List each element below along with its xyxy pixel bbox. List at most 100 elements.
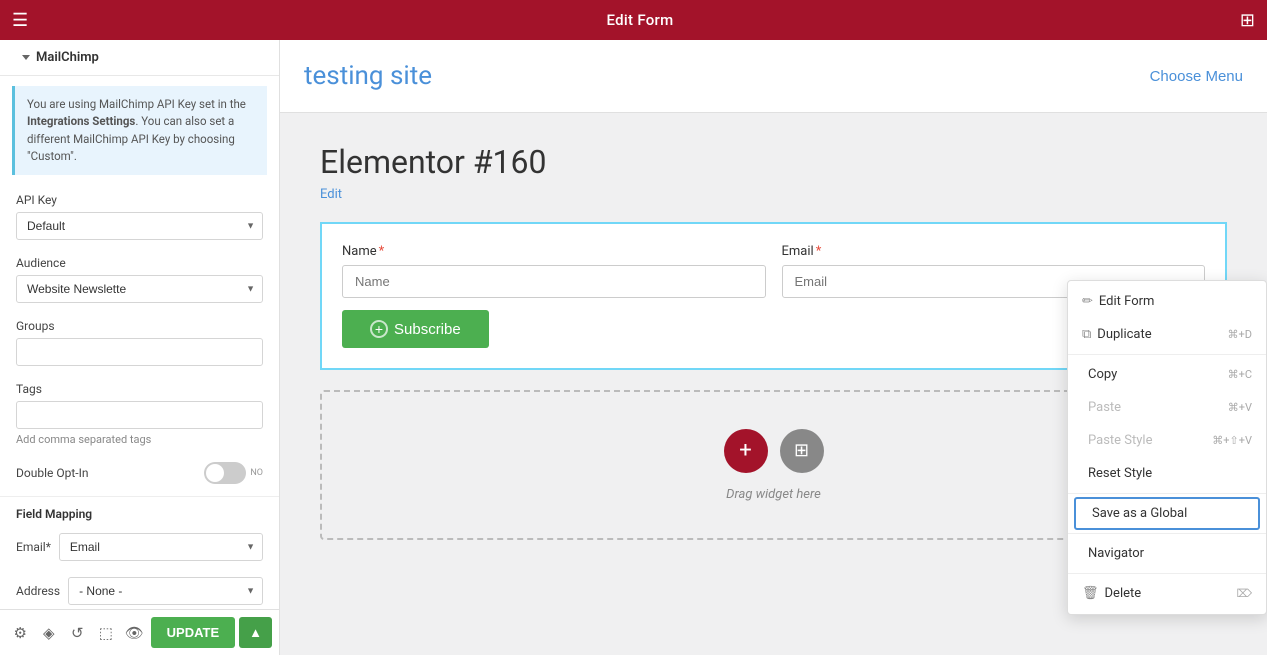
context-menu-paste[interactable]: Paste ⌘+V [1068,391,1266,424]
address-mapping-select-wrapper: - None - [68,577,263,605]
drop-area-buttons: + ⊞ [724,429,824,473]
mailchimp-section-header[interactable]: MailChimp [0,40,279,76]
bottom-toolbar: ⚙ ◈ ↺ ⬚ 👁 UPDATE ▲ [0,609,280,655]
email-mapping-select-wrapper: Email [59,533,263,561]
mailchimp-label: MailChimp [36,50,99,65]
plus-circle-icon: + [370,320,388,338]
tags-label: Tags [16,382,263,396]
top-bar: ☰ Edit Form ⊞ [0,0,1267,40]
api-key-label: API Key [16,193,263,207]
audience-select[interactable]: Website Newslette [16,275,263,303]
double-optin-toggle-wrapper: NO [204,462,263,484]
edit-form-icon: ✏ [1082,294,1093,309]
settings-icon[interactable]: ⚙ [8,618,33,648]
name-field-group: Name* [342,244,766,298]
context-menu-copy[interactable]: Copy ⌘+C [1068,358,1266,391]
paste-shortcut: ⌘+V [1228,401,1252,414]
api-key-select-wrapper: Default [16,212,263,240]
email-required: * [816,244,822,259]
name-input[interactable] [342,265,766,298]
save-global-label: Save as a Global [1092,506,1248,521]
name-field-label: Name* [342,244,766,259]
groups-label: Groups [16,319,263,333]
copy-shortcut: ⌘+C [1228,368,1252,381]
api-key-field: API Key Default [0,185,279,248]
add-element-button[interactable]: + [724,429,768,473]
copy-label: Copy [1088,367,1228,382]
email-mapping-field: Email* Email [0,525,279,569]
context-menu-navigator[interactable]: Navigator [1068,537,1266,570]
tags-hint: Add comma separated tags [16,433,263,446]
duplicate-label: Duplicate [1097,327,1227,342]
drop-text: Drag widget here [726,487,821,502]
context-menu-duplicate[interactable]: ⧉ Duplicate ⌘+D [1068,318,1266,351]
grid-icon[interactable]: ⊞ [1240,10,1255,31]
delete-shortcut: ⌦ [1236,587,1252,600]
delete-label: Delete [1105,586,1237,601]
history-icon[interactable]: ↺ [65,618,90,648]
address-mapping-select[interactable]: - None - [68,577,263,605]
email-mapping-label: Email* [16,540,51,554]
toggle-knob [206,464,224,482]
sidebar: MailChimp You are using MailChimp API Ke… [0,40,280,655]
sidebar-content: MailChimp You are using MailChimp API Ke… [0,40,279,655]
canvas-top-bar: testing site Choose Menu [280,40,1267,113]
edit-form-label: Edit Form [1099,294,1252,309]
context-menu-paste-style[interactable]: Paste Style ⌘+⇧+V [1068,424,1266,457]
double-optin-label: Double Opt-In [16,466,88,480]
context-menu: ✏ Edit Form ⧉ Duplicate ⌘+D Copy ⌘+C [1067,280,1267,615]
template-icon[interactable]: ⬚ [94,618,119,648]
divider-2 [1068,493,1266,494]
edit-link[interactable]: Edit [320,187,342,202]
name-required: * [379,244,385,259]
divider-3 [1068,533,1266,534]
tags-field: Tags Add comma separated tags [0,374,279,454]
page-title: Elementor #160 [320,143,1227,181]
info-text-1: You are using MailChimp API Key set in t… [27,97,246,111]
divider-1 [1068,354,1266,355]
top-bar-title: Edit Form [40,11,1240,29]
paste-style-label: Paste Style [1088,433,1212,448]
main-area: MailChimp You are using MailChimp API Ke… [0,40,1267,655]
subscribe-button[interactable]: + Subscribe [342,310,489,348]
chevron-down-icon [22,55,30,60]
email-mapping-select[interactable]: Email [59,533,263,561]
paste-label: Paste [1088,400,1228,415]
double-optin-toggle[interactable] [204,462,246,484]
update-button[interactable]: UPDATE [151,617,235,648]
preview-icon[interactable]: 👁 [122,618,147,648]
audience-select-wrapper: Website Newslette [16,275,263,303]
update-arrow-button[interactable]: ▲ [239,617,272,648]
choose-menu-button[interactable]: Choose Menu [1150,68,1243,85]
address-mapping-label: Address [16,584,60,598]
audience-field: Audience Website Newslette [0,248,279,311]
email-field-label: Email* [782,244,1206,259]
groups-field: Groups [0,311,279,374]
context-menu-delete[interactable]: 🗑 Delete ⌦ [1068,577,1266,610]
duplicate-shortcut: ⌘+D [1228,328,1252,341]
hamburger-icon[interactable]: ☰ [12,10,28,31]
site-title: testing site [304,61,432,91]
mailchimp-info-box: You are using MailChimp API Key set in t… [12,86,267,175]
paste-style-shortcut: ⌘+⇧+V [1212,434,1252,447]
api-key-select[interactable]: Default [16,212,263,240]
audience-label: Audience [16,256,263,270]
delete-icon: 🗑 [1082,586,1099,601]
canvas-area: testing site Choose Menu Elementor #160 … [280,40,1267,655]
context-menu-edit-form[interactable]: ✏ Edit Form [1068,285,1266,318]
subscribe-label: Subscribe [394,321,461,338]
page-title-area: Elementor #160 Edit [320,143,1227,202]
address-mapping-field: Address - None - [0,569,279,613]
groups-input[interactable] [16,338,263,366]
field-mapping-title: Field Mapping [0,496,279,525]
navigator-label: Navigator [1088,546,1252,561]
tags-input[interactable] [16,401,263,429]
duplicate-icon: ⧉ [1082,327,1091,342]
layers-icon[interactable]: ◈ [37,618,62,648]
double-optin-field: Double Opt-In NO [0,454,279,492]
toggle-label: NO [250,468,263,478]
add-widget-button[interactable]: ⊞ [780,429,824,473]
context-menu-save-global[interactable]: Save as a Global [1074,497,1260,530]
context-menu-reset-style[interactable]: Reset Style [1068,457,1266,490]
info-link[interactable]: Integrations Settings [27,114,135,128]
